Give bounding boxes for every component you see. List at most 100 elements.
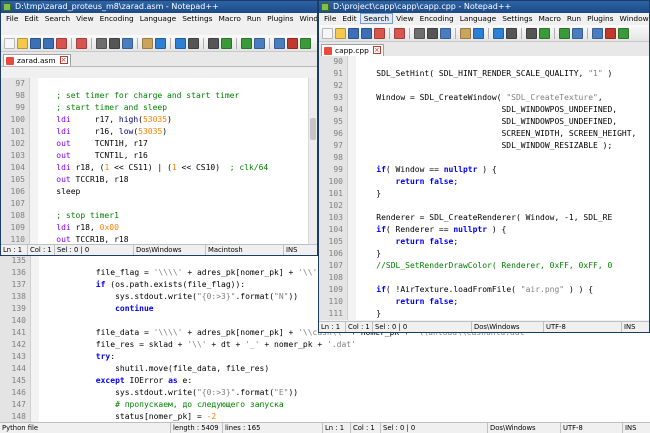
find-icon[interactable] xyxy=(188,37,199,49)
asm-code-editor[interactable]: 97 98 ; set timer for charge and start ti… xyxy=(1,78,309,244)
sync-icon[interactable] xyxy=(572,27,583,39)
menu-search[interactable]: Search xyxy=(359,13,394,24)
line-number: 143 xyxy=(11,352,26,361)
menu-settings[interactable]: Settings xyxy=(499,14,535,23)
zoom-out-icon[interactable] xyxy=(241,37,252,49)
macro-play-icon[interactable] xyxy=(300,37,311,49)
menu-run[interactable]: Run xyxy=(244,14,264,23)
tab-close-icon[interactable]: × xyxy=(372,46,381,54)
tab-capp-cpp[interactable]: capp.cpp × xyxy=(321,44,384,56)
cpp-code-editor[interactable]: 90 91 SDL_SetHint( SDL_HINT_RENDER_SCALE_… xyxy=(319,56,649,320)
encoding-label: UTF-8 xyxy=(560,423,583,433)
undo-icon[interactable] xyxy=(473,27,484,39)
menu-view[interactable]: View xyxy=(393,14,417,23)
open-file-icon[interactable] xyxy=(335,27,346,39)
open-file-icon[interactable] xyxy=(17,37,28,49)
save-all-icon[interactable] xyxy=(43,37,54,49)
cpp-titlebar[interactable]: D:\project\capp\capp\capp.cpp - Notepad+… xyxy=(319,1,649,13)
redo-icon[interactable] xyxy=(175,37,186,49)
menu-file[interactable]: File xyxy=(321,14,339,23)
new-file-icon[interactable] xyxy=(322,27,333,39)
tab-close-icon[interactable]: × xyxy=(59,56,68,64)
menu-plugins[interactable]: Plugins xyxy=(584,14,616,23)
save-icon[interactable] xyxy=(348,27,359,39)
find-icon[interactable] xyxy=(506,27,517,39)
menu-plugins[interactable]: Plugins xyxy=(264,14,296,23)
menu-file[interactable]: File xyxy=(3,14,21,23)
cut-icon[interactable] xyxy=(109,37,120,49)
python-statusbar: Python file length : 5409 lines : 165 Ln… xyxy=(0,422,650,433)
code-text: if( Window == nullptr ) { xyxy=(376,165,497,174)
macro-play-icon[interactable] xyxy=(618,27,629,39)
menu-edit[interactable]: Edit xyxy=(21,14,41,23)
paste-icon[interactable] xyxy=(460,27,471,39)
ins-label: INS xyxy=(622,423,636,433)
code-text: file_flag = '\\\\' + adres_pk[nomer_pk] … xyxy=(38,268,318,277)
zoom-in-icon[interactable] xyxy=(221,37,232,49)
code-line: 110 out TCCR1B, r18 xyxy=(1,234,309,244)
asm-titlebar[interactable]: D:\tmp\zarad_proteus_m8\zarad.asm - Note… xyxy=(1,1,317,13)
close-icon[interactable] xyxy=(374,27,385,39)
code-line: 110 return false; xyxy=(319,296,649,308)
code-text: //SDL_SetRenderDrawColor( Renderer, 0xFF… xyxy=(376,261,613,270)
menu-search[interactable]: Search xyxy=(42,14,73,23)
toolbar-separator xyxy=(170,37,171,49)
macro-record-icon[interactable] xyxy=(287,37,298,49)
ins-label: INS xyxy=(621,322,635,332)
notepadpp-icon xyxy=(321,3,329,11)
code-text: SCREEN_WIDTH, SCREEN_HEIGHT, xyxy=(357,129,637,138)
replace-icon[interactable] xyxy=(208,37,219,49)
close-icon[interactable] xyxy=(56,37,67,49)
col-label: Col : 1 xyxy=(27,245,52,255)
menu-view[interactable]: View xyxy=(73,14,97,23)
line-number: 97 xyxy=(15,79,25,88)
line-number: 141 xyxy=(11,328,26,337)
print-icon[interactable] xyxy=(96,37,107,49)
menu-window[interactable]: Window xyxy=(297,14,317,23)
toolbar-separator xyxy=(554,27,555,39)
code-line: 100 return false; xyxy=(319,176,649,188)
save-all-icon[interactable] xyxy=(361,27,372,39)
asm-window-title: D:\tmp\zarad_proteus_m8\zarad.asm - Note… xyxy=(15,2,219,11)
menu-encoding[interactable]: Encoding xyxy=(97,14,137,23)
wrap-icon[interactable] xyxy=(274,37,285,49)
tab-zarad-asm[interactable]: zarad.asm × xyxy=(3,54,71,66)
code-text: out TCCR1B, r18 xyxy=(56,235,129,244)
code-line: 143 try: xyxy=(0,351,650,363)
cut-icon[interactable] xyxy=(427,27,438,39)
print-icon[interactable] xyxy=(414,27,425,39)
replace-icon[interactable] xyxy=(526,27,537,39)
close-all-icon[interactable] xyxy=(76,37,87,49)
menu-macro[interactable]: Macro xyxy=(536,14,564,23)
save-icon[interactable] xyxy=(30,37,41,49)
copy-icon[interactable] xyxy=(440,27,451,39)
line-number: 92 xyxy=(333,81,343,90)
menu-language[interactable]: Language xyxy=(457,14,499,23)
menu-edit[interactable]: Edit xyxy=(339,14,359,23)
zoom-out-icon[interactable] xyxy=(559,27,570,39)
code-line: 92 xyxy=(319,80,649,92)
code-line: 101 } xyxy=(319,188,649,200)
sync-icon[interactable] xyxy=(254,37,265,49)
copy-icon[interactable] xyxy=(122,37,133,49)
asm-vertical-scrollbar[interactable] xyxy=(308,78,317,244)
scroll-thumb[interactable] xyxy=(310,118,316,140)
paste-icon[interactable] xyxy=(142,37,153,49)
line-number: 101 xyxy=(328,189,343,198)
redo-icon[interactable] xyxy=(493,27,504,39)
menu-language[interactable]: Language xyxy=(137,14,179,23)
menu-macro[interactable]: Macro xyxy=(216,14,244,23)
close-all-icon[interactable] xyxy=(394,27,405,39)
menu-window[interactable]: Window xyxy=(617,14,649,23)
code-text: if( !AirTexture.loadFromFile( "air.png" … xyxy=(376,285,594,294)
zoom-in-icon[interactable] xyxy=(539,27,550,39)
code-text: shutil.move(file_data, file_res) xyxy=(38,364,270,373)
new-file-icon[interactable] xyxy=(4,37,15,49)
menu-encoding[interactable]: Encoding xyxy=(417,14,457,23)
wrap-icon[interactable] xyxy=(592,27,603,39)
menu-run[interactable]: Run xyxy=(564,14,584,23)
menu-settings[interactable]: Settings xyxy=(179,14,215,23)
undo-icon[interactable] xyxy=(155,37,166,49)
line-number: 103 xyxy=(10,151,25,160)
macro-record-icon[interactable] xyxy=(605,27,616,39)
